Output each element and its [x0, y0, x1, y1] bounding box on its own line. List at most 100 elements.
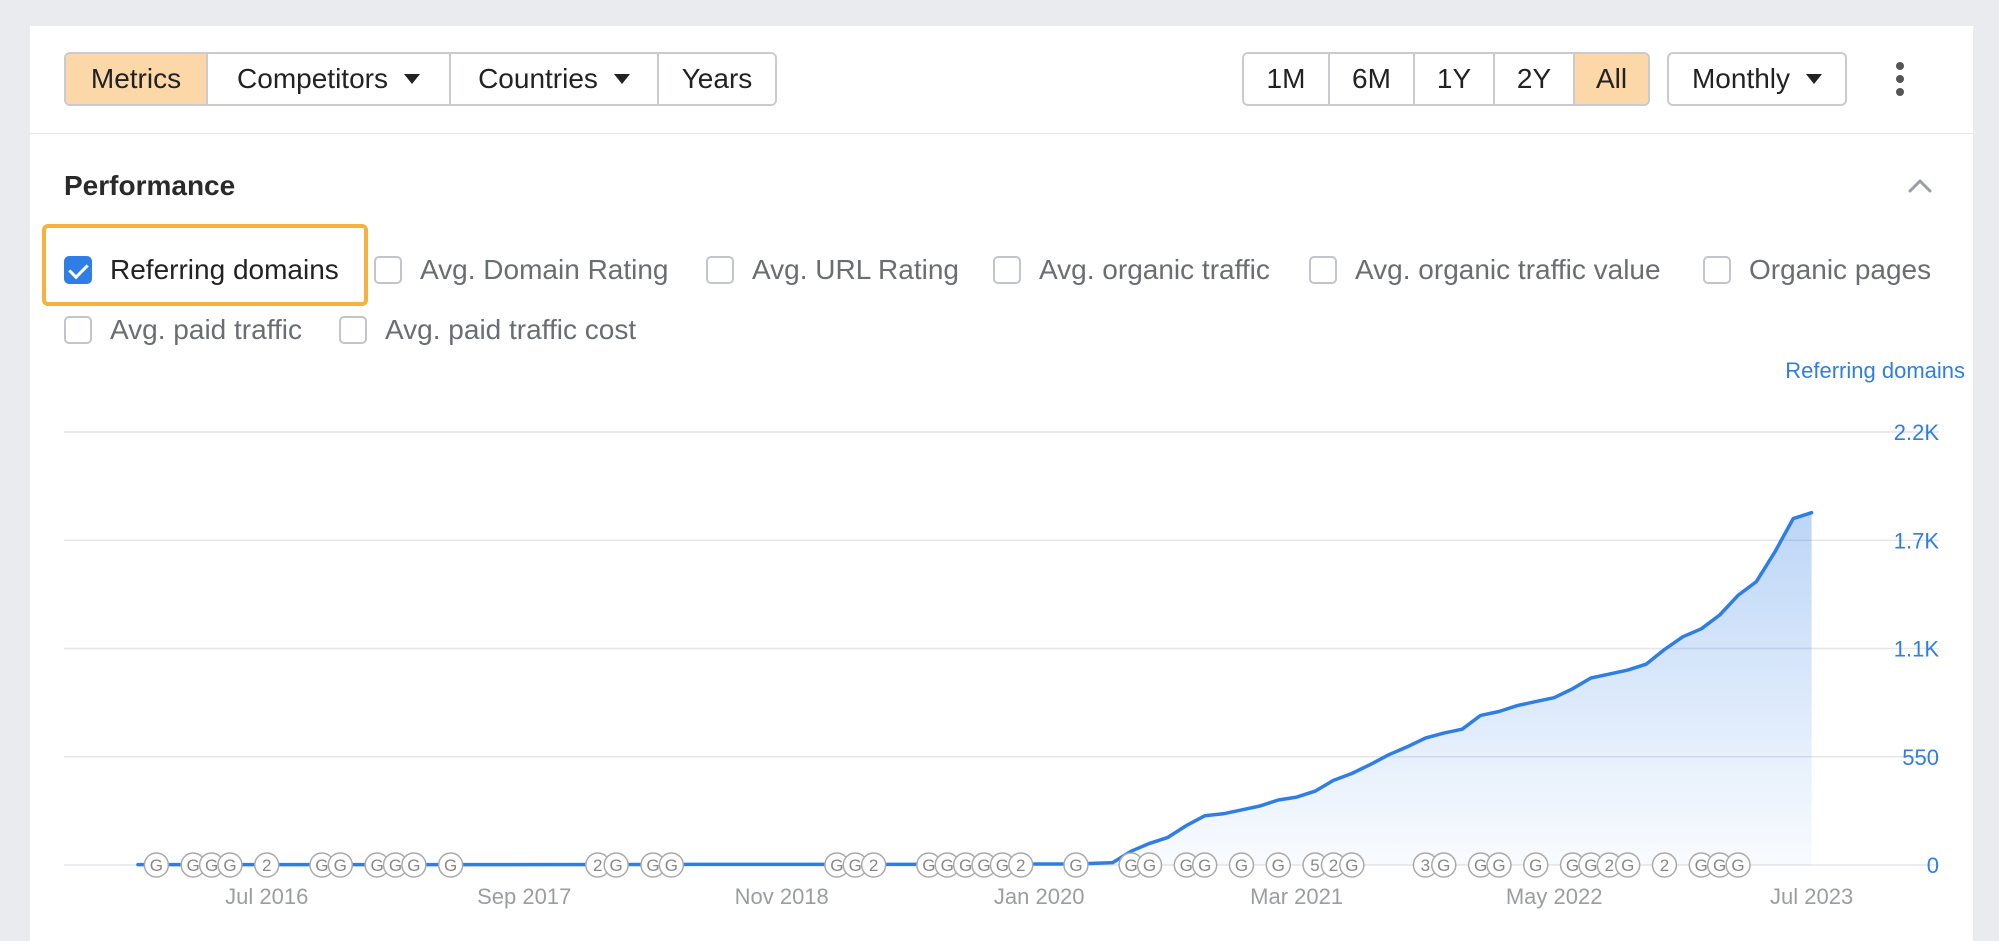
annotation-label: G	[1345, 856, 1358, 875]
y-tick-label: 1.1K	[1894, 637, 1940, 662]
annotation-label: G	[1713, 856, 1726, 875]
data-point[interactable]	[1534, 700, 1538, 704]
x-tick-label: May 2022	[1506, 884, 1603, 909]
data-point[interactable]	[1221, 812, 1225, 816]
annotation-marker[interactable]: G	[1138, 853, 1162, 877]
data-point[interactable]	[1681, 635, 1685, 639]
data-point[interactable]	[1644, 662, 1648, 666]
data-point[interactable]	[1810, 511, 1814, 515]
x-tick-label: Jan 2020	[994, 884, 1085, 909]
data-point[interactable]	[1773, 550, 1777, 554]
data-point[interactable]	[1405, 745, 1409, 749]
data-point[interactable]	[1736, 593, 1740, 597]
annotation-label: 2	[869, 856, 878, 875]
annotation-marker[interactable]: G	[1616, 853, 1640, 877]
annotation-label: G	[1437, 856, 1450, 875]
data-point[interactable]	[1350, 771, 1354, 775]
annotation-label: G	[1529, 856, 1542, 875]
annotation-marker[interactable]: G	[1064, 853, 1088, 877]
annotation-label: G	[1695, 856, 1708, 875]
data-point[interactable]	[1111, 861, 1115, 865]
data-point[interactable]	[136, 863, 140, 867]
annotation-marker[interactable]: G	[1266, 853, 1290, 877]
annotation-marker[interactable]: G	[218, 853, 242, 877]
annotation-marker[interactable]: G	[1726, 853, 1750, 877]
area-fill	[138, 513, 1812, 865]
annotation-label: G	[977, 856, 990, 875]
annotation-marker[interactable]: G	[1432, 853, 1456, 877]
data-point[interactable]	[1203, 814, 1207, 818]
data-point[interactable]	[1479, 713, 1483, 717]
annotation-marker[interactable]: G	[439, 853, 463, 877]
data-point[interactable]	[1239, 808, 1243, 812]
data-point[interactable]	[1295, 795, 1299, 799]
annotation-marker[interactable]: G	[1524, 853, 1548, 877]
data-point[interactable]	[908, 862, 912, 866]
annotation-label: G	[665, 856, 678, 875]
annotation-label: G	[922, 856, 935, 875]
annotation-label: G	[996, 856, 1009, 875]
annotation-label: G	[1584, 856, 1597, 875]
annotation-marker[interactable]: G	[1229, 853, 1253, 877]
annotation-marker[interactable]: 2	[255, 853, 279, 877]
annotation-label: G	[1621, 856, 1634, 875]
data-point[interactable]	[1331, 778, 1335, 782]
data-point[interactable]	[1423, 736, 1427, 740]
data-point[interactable]	[1166, 835, 1170, 839]
annotation-marker[interactable]: 2	[862, 853, 886, 877]
data-point[interactable]	[1754, 580, 1758, 584]
data-point[interactable]	[1571, 687, 1575, 691]
y-tick-label: 0	[1927, 853, 1939, 878]
annotation-label: G	[1180, 856, 1193, 875]
data-point[interactable]	[246, 863, 250, 867]
data-point[interactable]	[1626, 668, 1630, 672]
data-point[interactable]	[1552, 696, 1556, 700]
data-point[interactable]	[1184, 824, 1188, 828]
annotation-marker[interactable]: G	[1193, 853, 1217, 877]
annotation-marker[interactable]: G	[144, 853, 168, 877]
data-point[interactable]	[1258, 804, 1262, 808]
data-point[interactable]	[1276, 798, 1280, 802]
annotation-label: G	[1143, 856, 1156, 875]
annotation-marker[interactable]: G	[328, 853, 352, 877]
annotation-label: 2	[1016, 856, 1025, 875]
data-point[interactable]	[1460, 727, 1464, 731]
annotation-label: G	[334, 856, 347, 875]
data-point[interactable]	[1497, 709, 1501, 713]
annotation-marker[interactable]: G	[1487, 853, 1511, 877]
data-point[interactable]	[1515, 704, 1519, 708]
data-point[interactable]	[688, 862, 692, 866]
annotation-label: G	[315, 856, 328, 875]
annotation-marker[interactable]: G	[659, 853, 683, 877]
annotation-label: 3	[1421, 856, 1430, 875]
x-tick-label: Nov 2018	[735, 884, 829, 909]
data-point[interactable]	[1387, 753, 1391, 757]
annotation-marker[interactable]: G	[604, 853, 628, 877]
annotation-label: G	[223, 856, 236, 875]
data-point[interactable]	[467, 863, 471, 867]
annotation-label: G	[1474, 856, 1487, 875]
data-point[interactable]	[1442, 731, 1446, 735]
annotation-marker[interactable]: 2	[1652, 853, 1676, 877]
data-point[interactable]	[1589, 676, 1593, 680]
y-tick-label: 1.7K	[1894, 528, 1940, 553]
annotation-label: G	[444, 856, 457, 875]
data-point[interactable]	[1313, 789, 1317, 793]
x-tick-label: Jul 2016	[225, 884, 308, 909]
data-point[interactable]	[1148, 841, 1152, 845]
data-point[interactable]	[1037, 862, 1041, 866]
annotation-label: 5	[1310, 856, 1319, 875]
annotation-label: G	[830, 856, 843, 875]
annotation-marker[interactable]: G	[402, 853, 426, 877]
data-point[interactable]	[1368, 763, 1372, 767]
annotation-marker[interactable]: 2	[1009, 853, 1033, 877]
annotation-marker[interactable]: G	[1340, 853, 1364, 877]
data-point[interactable]	[1607, 672, 1611, 676]
data-point[interactable]	[1662, 647, 1666, 651]
data-point[interactable]	[1791, 517, 1795, 521]
annotation-label: 2	[1660, 856, 1669, 875]
annotation-label: G	[646, 856, 659, 875]
annotation-label: G	[1731, 856, 1744, 875]
data-point[interactable]	[1718, 613, 1722, 617]
data-point[interactable]	[1699, 627, 1703, 631]
